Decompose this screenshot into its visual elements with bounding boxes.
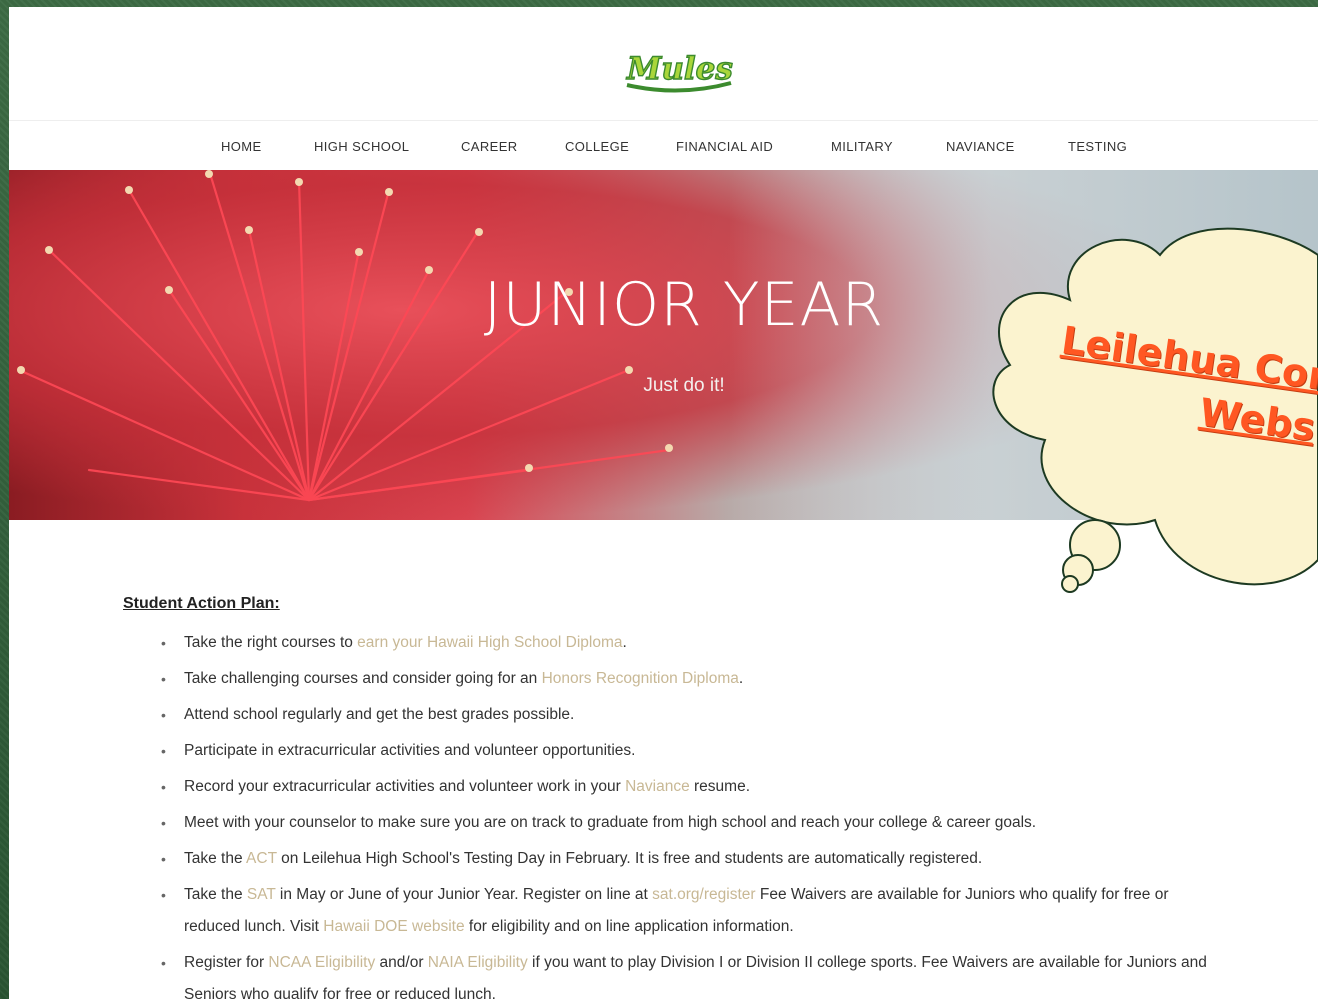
nav-college[interactable]: COLLEGE — [565, 139, 629, 154]
nav-financial-aid[interactable]: FINANCIAL AID — [676, 139, 773, 154]
hawaii-doe-link[interactable]: Hawaii DOE website — [323, 918, 464, 935]
ncaa-link[interactable]: NCAA Eligibility — [268, 954, 375, 971]
site-header: Mules — [9, 7, 1318, 120]
list-item: Take challenging courses and consider go… — [123, 663, 1223, 695]
list-item: Meet with your counselor to make sure yo… — [123, 807, 1223, 839]
main-navigation: HOME HIGH SCHOOL CAREER COLLEGE FINANCIA… — [9, 120, 1318, 171]
sat-register-link[interactable]: sat.org/register — [652, 886, 755, 903]
thought-cloud-callout: Leilehua Con Webs — [975, 210, 1318, 600]
nav-home[interactable]: HOME — [221, 139, 262, 154]
list-item: Record your extracurricular activities a… — [123, 771, 1223, 803]
list-item: Attend school regularly and get the best… — [123, 699, 1223, 731]
list-item: Take the right courses to earn your Hawa… — [123, 627, 1223, 659]
honors-diploma-link[interactable]: Honors Recognition Diploma — [542, 670, 739, 687]
main-content: Student Action Plan: Take the right cour… — [123, 595, 1223, 999]
list-item: Take the SAT in May or June of your Juni… — [123, 879, 1223, 943]
diploma-link[interactable]: earn your Hawaii High School Diploma — [357, 634, 622, 651]
sat-link[interactable]: SAT — [247, 886, 276, 903]
list-item: Take the ACT on Leilehua High School's T… — [123, 843, 1223, 875]
nav-testing[interactable]: TESTING — [1068, 139, 1127, 154]
list-item: Participate in extracurricular activitie… — [123, 735, 1223, 767]
nav-naviance[interactable]: NAVIANCE — [946, 139, 1015, 154]
nav-career[interactable]: CAREER — [461, 139, 518, 154]
mules-logo[interactable]: Mules — [619, 45, 737, 95]
naviance-link[interactable]: Naviance — [625, 778, 690, 795]
svg-text:Mules: Mules — [626, 51, 733, 87]
action-list: Take the right courses to earn your Hawa… — [123, 627, 1223, 999]
naia-link[interactable]: NAIA Eligibility — [428, 954, 528, 971]
nav-military[interactable]: MILITARY — [831, 139, 893, 154]
list-item: Register for NCAA Eligibility and/or NAI… — [123, 947, 1223, 999]
nav-high-school[interactable]: HIGH SCHOOL — [314, 139, 409, 154]
act-link[interactable]: ACT — [246, 850, 277, 867]
